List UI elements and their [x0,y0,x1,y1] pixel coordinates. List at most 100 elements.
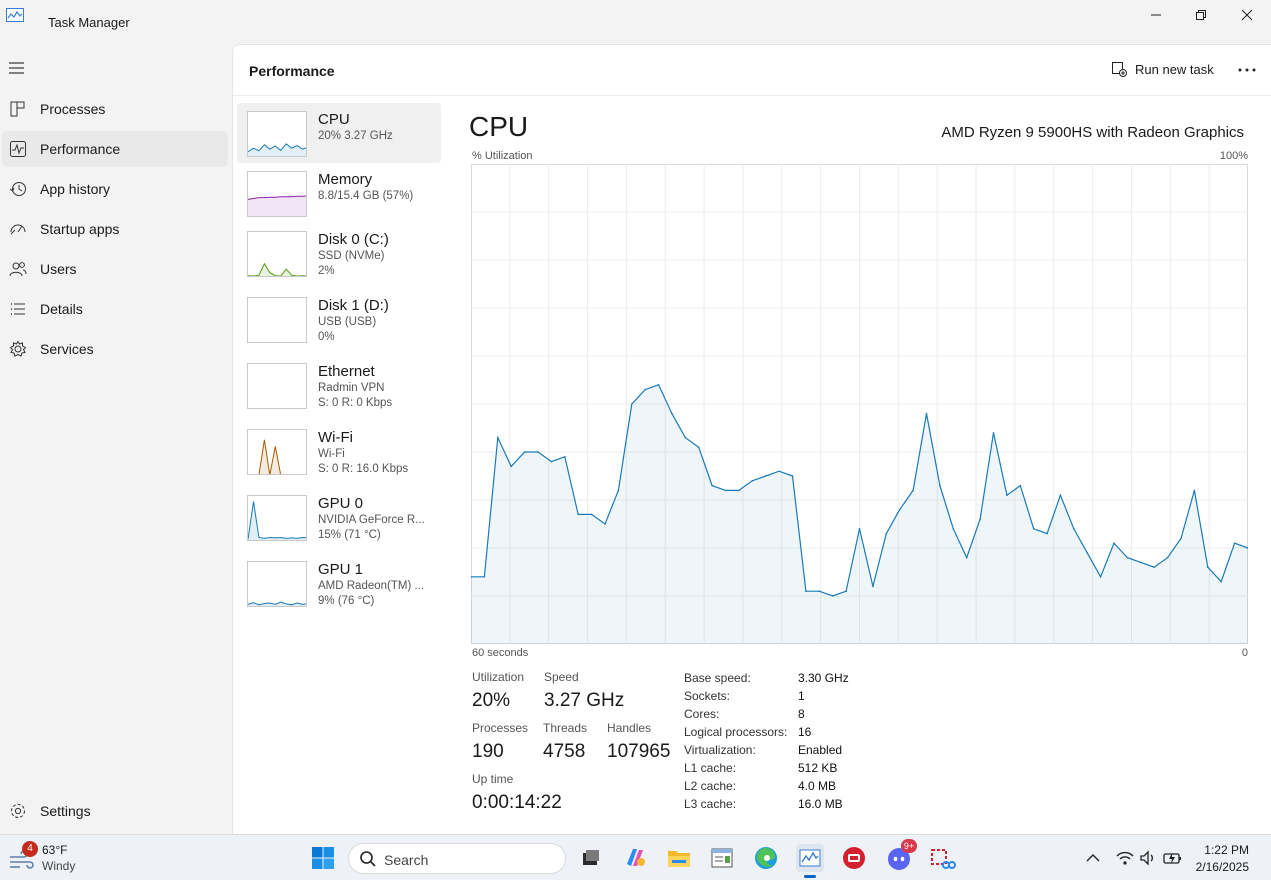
resource-detail-line1: NVIDIA GeForce R... [318,514,425,526]
resource-item-gpu-0[interactable]: GPU 0 NVIDIA GeForce R... 15% (71 °C) [237,487,441,547]
run-new-task-button[interactable]: Run new task [1111,61,1214,77]
spec-value: 16.0 MB [798,797,843,811]
cpu-data-point [1166,556,1169,559]
resource-item-cpu[interactable]: CPU 20% 3.27 GHz [237,103,441,163]
resource-name: CPU [318,111,350,128]
resource-name: Disk 1 (D:) [318,297,389,314]
page-title: Performance [249,63,335,79]
speed-value: 3.27 GHz [544,690,625,711]
snipping-tool-button[interactable] [929,844,957,872]
max-axis-label: 100% [1219,150,1248,162]
main-panel: Performance Run new task CPU 20% 3.27 GHz… [232,44,1271,834]
sidebar-item-label: Users [40,261,77,277]
file-explorer-button[interactable] [665,844,693,872]
resource-item-disk-1-d[interactable]: Disk 1 (D:) USB (USB) 0% [237,289,441,349]
battery-charging-icon[interactable] [1163,850,1183,866]
processes-label: Processes [472,721,529,735]
sidebar-item-app-history[interactable]: App history [2,171,228,207]
cpu-data-point [805,590,807,592]
sidebar-item-details[interactable]: Details [2,291,228,327]
resource-name: GPU 0 [318,495,364,512]
copilot-icon [627,849,645,866]
handles-value: 107965 [607,741,671,762]
handles-label: Handles [607,721,652,735]
users-icon [9,262,27,277]
cpu-data-point [1140,561,1142,564]
resource-item-gpu-1[interactable]: GPU 1 AMD Radeon(TM) ... 9% (76 °C) [237,553,441,613]
red-app-icon [843,847,865,869]
cpu-data-point [845,590,847,592]
close-button[interactable] [1224,0,1270,30]
minimize-button[interactable] [1133,0,1179,30]
zero-axis-label: 0 [1241,647,1248,659]
task-view-button[interactable] [577,844,605,872]
clock-time[interactable]: 1:22 PM [1204,843,1249,857]
task-manager-icon [799,849,821,867]
resource-item-ethernet[interactable]: Ethernet Radmin VPN S: 0 R: 0 Kbps [237,355,441,415]
resource-name: GPU 1 [318,561,364,578]
speed-label: Speed [544,670,579,684]
sidebar-item-settings[interactable]: Settings [2,793,228,829]
sidebar-item-startup-apps[interactable]: Startup apps [2,211,228,247]
volume-icon[interactable] [1139,850,1157,866]
resource-item-wi-fi[interactable]: Wi-Fi Wi-Fi S: 0 R: 16.0 Kbps [237,421,441,481]
resource-item-disk-0-c[interactable]: Disk 0 (C:) SSD (NVMe) 2% [237,223,441,283]
run-task-icon [1112,62,1127,77]
weather-widget[interactable]: 4 63°F Windy [8,841,98,877]
red-app-button[interactable] [840,844,868,872]
more-dots-icon [1238,68,1256,72]
cpu-data-point [1046,532,1048,535]
cpu-data-point [1193,489,1196,492]
hamburger-menu-icon[interactable] [8,60,26,76]
task-manager-taskbar-button[interactable] [796,844,824,878]
cpu-data-point [1032,528,1035,530]
resource-detail-line1: 20% 3.27 GHz [318,130,393,142]
cpu-data-point [831,595,834,597]
sidebar-item-services[interactable]: Services [2,331,228,367]
copilot-button[interactable] [621,844,649,872]
performance-icon [10,141,26,157]
resource-detail-line1: Wi-Fi [318,448,345,460]
weather-desc: Windy [42,859,76,873]
chevron-up-icon[interactable] [1086,853,1100,863]
edge-button[interactable] [752,844,780,872]
app-title: Task Manager [48,15,130,30]
threads-value: 4758 [543,741,586,762]
resource-item-memory[interactable]: Memory 8.8/15.4 GB (57%) [237,163,441,223]
spec-value: 16 [798,725,812,739]
sparkline-area [248,263,306,276]
start-button[interactable] [309,844,337,872]
resource-thumbnail-graph [247,495,307,541]
sidebar: Processes Performance App history Startu… [0,44,232,834]
uptime-label: Up time [472,772,514,786]
discord-button[interactable]: 9+ [885,839,917,872]
cpu-data-point [898,508,901,511]
restore-button[interactable] [1178,0,1224,30]
sidebar-item-label: App history [40,181,111,197]
utilization-value: 20% [472,690,511,711]
sidebar-item-processes[interactable]: Processes [2,91,228,127]
sidebar-item-users[interactable]: Users [2,251,228,287]
spec-key: Base speed: [684,671,751,685]
cpu-data-point [724,489,727,492]
resource-thumbnail-graph [247,297,307,343]
wifi-icon[interactable] [1116,850,1134,866]
window-app-icon [711,848,733,868]
taskbar-search[interactable]: Search [348,843,566,874]
resource-detail-line2: 9% (76 °C) [318,595,375,607]
cpu-data-point [952,528,955,530]
sparkline [248,262,306,276]
utilization-label: Utilization [472,670,525,684]
cpu-data-point [872,585,874,588]
spec-key: Virtualization: [684,743,756,757]
resource-thumbnail-graph [247,363,307,409]
clock-date[interactable]: 2/16/2025 [1196,860,1249,874]
more-options-button[interactable] [1233,57,1261,83]
search-placeholder: Search [384,852,429,868]
resource-thumbnail-graph [247,231,307,277]
cpu-data-point [564,456,566,458]
cpu-model: AMD Ryzen 9 5900HS with Radeon Graphics [941,124,1244,141]
app-window-button[interactable] [708,844,736,872]
cpu-utilization-chart [471,164,1248,644]
sidebar-item-performance[interactable]: Performance [2,131,228,167]
